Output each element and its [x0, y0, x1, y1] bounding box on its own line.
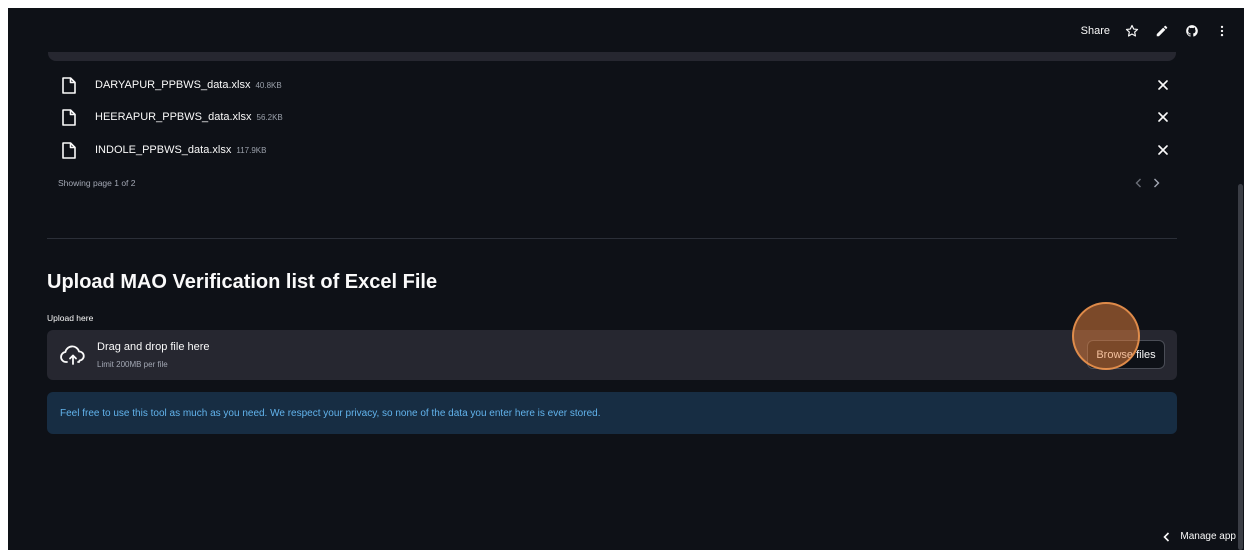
pagination-label: Showing page 1 of 2 — [58, 178, 136, 188]
close-icon — [1158, 80, 1168, 90]
chevron-right-icon — [1153, 178, 1159, 188]
header-toolbar: Share — [1081, 22, 1230, 40]
file-name: DARYAPUR_PPBWS_data.xlsx — [95, 79, 251, 91]
cloud-upload-icon — [60, 345, 85, 365]
app-window: Share DARYAPUR_PPBWS_data.xlsx 40.8KB HE… — [8, 8, 1244, 550]
upload-label: Upload here — [47, 313, 94, 323]
section-title: Upload MAO Verification list of Excel Fi… — [47, 271, 438, 293]
file-icon — [62, 108, 78, 126]
file-size: 40.8KB — [255, 80, 282, 90]
info-alert: Feel free to use this tool as much as yo… — [47, 392, 1177, 434]
close-icon — [1158, 112, 1168, 122]
more-vertical-icon[interactable] — [1214, 23, 1230, 39]
browse-files-button[interactable]: Browse files — [1087, 340, 1165, 369]
file-dropzone[interactable]: Drag and drop file here Limit 200MB per … — [47, 330, 1177, 380]
github-icon[interactable] — [1184, 23, 1200, 39]
remove-file-button[interactable] — [1156, 110, 1170, 124]
pagination-controls — [1133, 176, 1161, 190]
dropzone-limit: Limit 200MB per file — [97, 360, 168, 369]
file-row: INDOLE_PPBWS_data.xlsx 117.9KB — [62, 139, 1176, 161]
file-list-top-edge — [48, 52, 1176, 61]
file-name: INDOLE_PPBWS_data.xlsx — [95, 144, 232, 156]
next-page-button[interactable] — [1151, 176, 1161, 190]
file-size: 56.2KB — [256, 112, 283, 122]
star-icon[interactable] — [1124, 23, 1140, 39]
file-size: 117.9KB — [236, 145, 267, 155]
remove-file-button[interactable] — [1156, 143, 1170, 157]
manage-app-button[interactable]: Manage app — [1163, 531, 1236, 542]
file-icon — [62, 76, 78, 94]
manage-app-label: Manage app — [1180, 531, 1236, 542]
chevron-left-icon — [1135, 178, 1141, 188]
file-name: HEERAPUR_PPBWS_data.xlsx — [95, 111, 252, 123]
prev-page-button[interactable] — [1133, 176, 1143, 190]
chevron-left-icon — [1163, 531, 1170, 542]
scrollbar-thumb[interactable] — [1238, 184, 1243, 550]
file-icon — [62, 141, 78, 159]
dropzone-instructions: Drag and drop file here — [97, 341, 210, 353]
info-message: Feel free to use this tool as much as yo… — [60, 407, 601, 419]
file-row: HEERAPUR_PPBWS_data.xlsx 56.2KB — [62, 106, 1176, 128]
edit-icon[interactable] — [1154, 23, 1170, 39]
remove-file-button[interactable] — [1156, 78, 1170, 92]
share-button[interactable]: Share — [1081, 25, 1110, 37]
close-icon — [1158, 145, 1168, 155]
section-divider — [47, 238, 1177, 239]
file-row: DARYAPUR_PPBWS_data.xlsx 40.8KB — [62, 74, 1176, 96]
